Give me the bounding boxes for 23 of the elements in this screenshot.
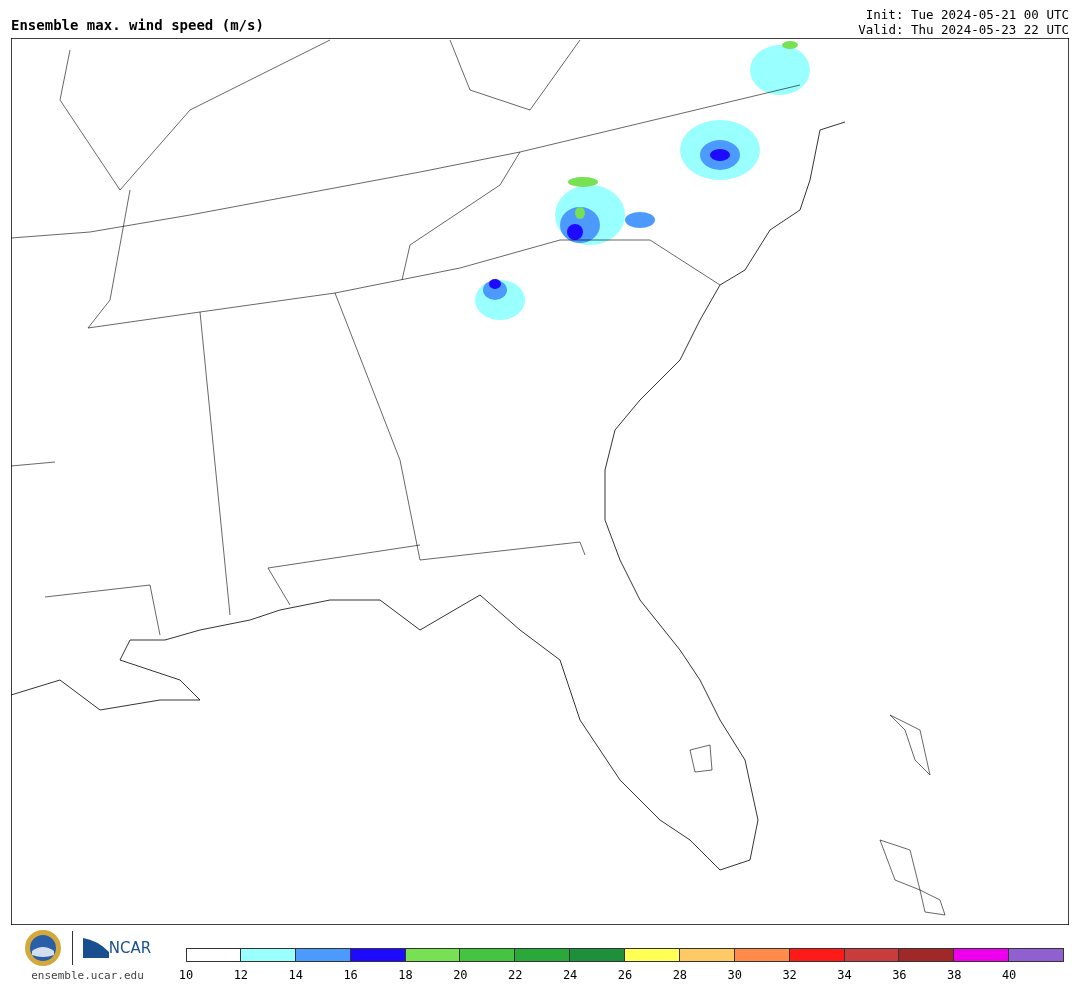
valid-time: Valid: Thu 2024-05-23 22 UTC [858,22,1069,37]
colorbar-tick-label: 20 [453,968,468,982]
colorbar-tick-label: 32 [782,968,797,982]
nsf-logo-icon [23,929,62,967]
colorbar-tick-label: 22 [508,968,523,982]
colorbar-tick-label: 34 [837,968,852,982]
colorbar-tick-label: 40 [1001,968,1017,982]
colorbar-tick-label: 18 [398,968,413,982]
colorbar-tick-label: 36 [892,968,907,982]
colorbar-tick-label: 24 [562,968,578,982]
ncar-logo-icon [82,938,109,958]
colorbar-tick-label: 30 [727,968,742,982]
site-url: ensemble.ucar.edu [31,969,144,982]
colorbar-tick-label: 10 [178,968,194,982]
map-title: Ensemble max. wind speed (m/s) [11,17,264,35]
colorbar-tick-label: 38 [947,968,962,982]
init-time: Init: Tue 2024-05-21 00 UTC [865,7,1069,22]
colorbar-tick-label: 26 [617,968,633,982]
ncar-logo-text: NCAR [108,939,152,957]
colorbar-tick-label: 28 [672,968,688,982]
colorbar-tick-label: 16 [343,968,358,982]
colorbar-tick-label: 12 [233,968,249,982]
colorbar-tick-label: 14 [288,968,303,982]
